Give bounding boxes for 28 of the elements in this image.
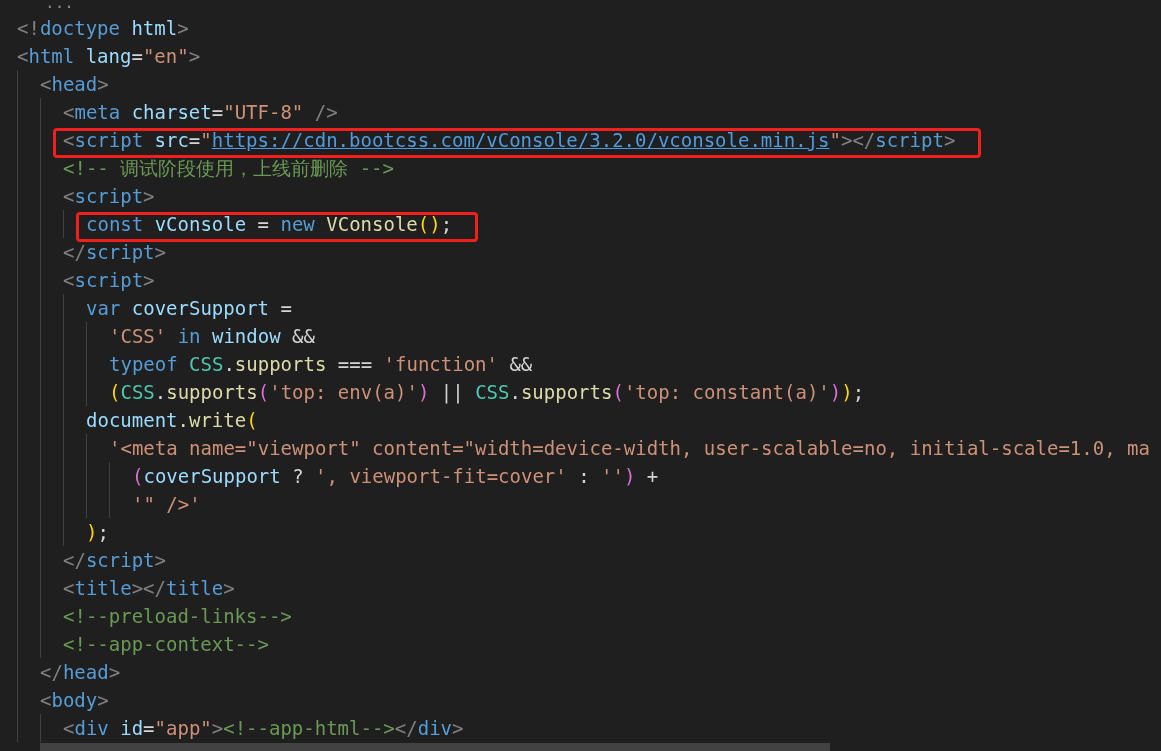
code-line: <head> xyxy=(40,73,109,95)
code-line: <title></title> xyxy=(63,577,235,599)
code-line: typeof CSS.supports === 'function' && xyxy=(109,353,533,375)
code-line: <!doctype html> xyxy=(17,17,189,39)
code-line: document.write( xyxy=(86,409,258,431)
code-line: ); xyxy=(86,521,109,543)
code-line: '<meta name="viewport" content="width=device-width, user-scalable=no, initial-scale=1.0, ma xyxy=(109,437,1150,459)
code-line: <div id="app"><!--app-html--></div> xyxy=(63,717,464,739)
code-line: <!--preload-links--> xyxy=(63,605,292,627)
code-line: </head> xyxy=(40,661,121,683)
code-line: <body> xyxy=(40,689,109,711)
code-line: <!-- 调试阶段使用，上线前删除 --> xyxy=(63,157,394,179)
code-line: <script> xyxy=(63,185,155,207)
code-line: <meta charset="UTF-8" /> xyxy=(63,101,338,123)
code-line: (coverSupport ? ', viewport-fit=cover' : '') + xyxy=(132,465,659,487)
code-line: '" />' xyxy=(132,493,201,515)
code-line: (CSS.supports('top: env(a)') || CSS.supports('top: constant(a)')); xyxy=(109,381,865,403)
code-line: </script> xyxy=(63,549,166,571)
code-line: 'CSS' in window && xyxy=(109,325,315,347)
code-line: </script> xyxy=(63,241,166,263)
fold-marker[interactable]: ... xyxy=(45,0,74,14)
code-line: <html lang="en"> xyxy=(17,45,201,67)
horizontal-scrollbar[interactable] xyxy=(40,743,830,751)
code-line: var coverSupport = xyxy=(86,297,292,319)
code-line: <script src="https://cdn.bootcss.com/vConsole/3.2.0/vconsole.min.js"></script> xyxy=(63,129,956,151)
code-line: const vConsole = new VConsole(); xyxy=(86,213,453,235)
code-line: <!--app-context--> xyxy=(63,633,269,655)
code-line: <script> xyxy=(63,269,155,291)
